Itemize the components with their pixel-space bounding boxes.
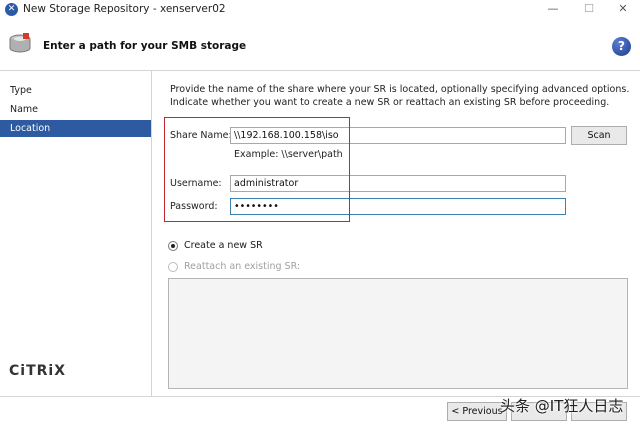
instructions-text: Provide the name of the share where your… xyxy=(170,84,630,108)
reattach-sr-radio xyxy=(168,261,178,272)
wizard-header: Enter a path for your SMB storage ? xyxy=(0,20,640,71)
sidebar-item-location[interactable]: Location xyxy=(0,120,151,137)
minimize-button[interactable]: — xyxy=(538,1,568,17)
wizard-sidebar: Type Name Location CiTRiX xyxy=(0,71,152,396)
existing-sr-list xyxy=(168,278,628,389)
watermark: 头条 @IT狂人日志 xyxy=(500,397,624,415)
create-new-sr-radio[interactable] xyxy=(168,240,178,251)
reattach-sr-option: Reattach an existing SR: xyxy=(168,261,300,272)
page-heading: Enter a path for your SMB storage xyxy=(43,40,247,52)
create-new-sr-option[interactable]: Create a new SR xyxy=(168,240,263,251)
maximize-button[interactable]: ☐ xyxy=(574,1,604,17)
storage-icon xyxy=(9,33,31,53)
xencenter-app-icon: ✕ xyxy=(5,3,18,16)
citrix-logo: CiTRiX xyxy=(9,363,66,379)
reattach-sr-label: Reattach an existing SR: xyxy=(184,261,301,272)
sidebar-item-type[interactable]: Type xyxy=(0,82,151,99)
scan-button[interactable]: Scan xyxy=(571,126,627,145)
title-bar: ✕ New Storage Repository - xenserver02 —… xyxy=(0,0,640,20)
highlight-annotation-box xyxy=(164,117,350,222)
close-button[interactable]: ✕ xyxy=(608,1,638,17)
window-title: New Storage Repository - xenserver02 xyxy=(23,3,226,15)
previous-button[interactable]: < Previous xyxy=(447,402,507,421)
help-icon[interactable]: ? xyxy=(612,37,631,56)
create-new-sr-label: Create a new SR xyxy=(184,240,263,251)
sidebar-item-name[interactable]: Name xyxy=(0,101,151,118)
